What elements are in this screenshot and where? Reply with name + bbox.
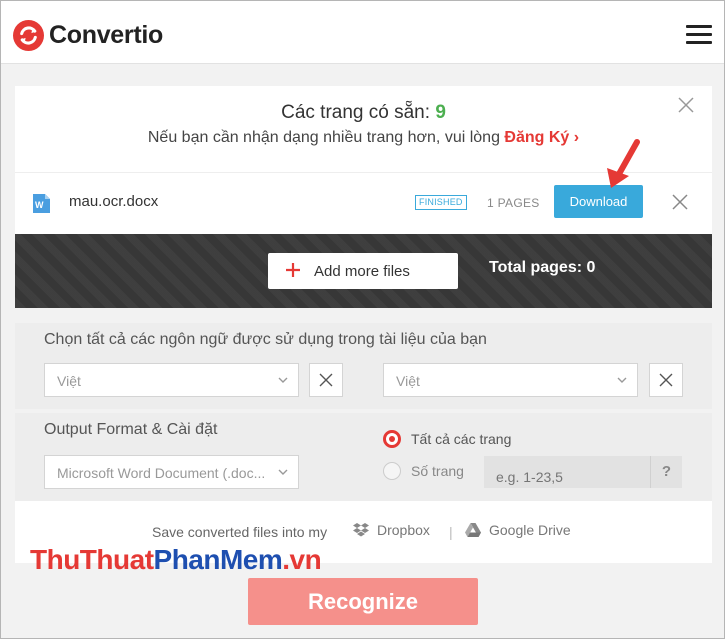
- google-drive-link[interactable]: Google Drive: [465, 522, 571, 538]
- page-count: 1 PAGES: [487, 196, 540, 210]
- logo[interactable]: Convertio: [13, 20, 163, 51]
- radio-selected-icon: [383, 430, 401, 448]
- add-more-files-label: Add more files: [314, 262, 410, 280]
- page-range-input[interactable]: [484, 456, 650, 488]
- chevron-down-icon: [617, 377, 627, 383]
- status-badge: FINISHED: [415, 195, 467, 210]
- chevron-down-icon: [278, 377, 288, 383]
- language-select-1[interactable]: Việt: [44, 363, 299, 397]
- logo-text: Convertio: [49, 21, 163, 49]
- language-select-2-value: Việt: [396, 373, 420, 389]
- radio-unselected-icon: [383, 462, 401, 480]
- hamburger-menu-icon[interactable]: [686, 25, 712, 45]
- radio-page-range-label: Số trang: [411, 463, 464, 479]
- word-file-icon: W: [33, 194, 50, 213]
- close-icon[interactable]: [677, 96, 695, 114]
- dropbox-link[interactable]: Dropbox: [353, 522, 430, 538]
- total-pages: Total pages: 0: [489, 259, 596, 276]
- file-name: mau.ocr.docx: [69, 193, 159, 210]
- app-header: Convertio: [0, 0, 725, 64]
- language-select-1-value: Việt: [57, 373, 81, 389]
- annotation-arrow-icon: [607, 139, 640, 188]
- watermark: ThuThuatPhanMem.vn: [30, 544, 322, 576]
- separator: |: [449, 524, 453, 540]
- notice-title-text: Các trang có sẵn:: [281, 102, 436, 123]
- google-drive-icon: [465, 523, 481, 537]
- help-button[interactable]: ?: [650, 456, 682, 488]
- plus-icon: [286, 263, 300, 277]
- close-icon: [319, 373, 333, 387]
- watermark-part-b: PhanMem: [153, 544, 283, 575]
- remove-language-1-button[interactable]: [309, 363, 343, 397]
- chevron-right-icon: ›: [573, 129, 580, 146]
- notice-subtitle-text: Nếu bạn cần nhận dạng nhiều trang hơn, v…: [147, 129, 505, 146]
- convertio-logo-icon: [13, 20, 44, 51]
- signup-link[interactable]: Đăng Ký ›: [504, 129, 579, 146]
- notice-title: Các trang có sẵn: 9: [15, 102, 712, 124]
- google-drive-label: Google Drive: [489, 522, 571, 538]
- watermark-part-c: .vn: [282, 544, 322, 575]
- output-label: Output Format & Cài đặt: [44, 421, 218, 438]
- radio-all-pages-label: Tất cả các trang: [411, 431, 512, 447]
- language-label: Chọn tất cả các ngôn ngữ được sử dụng tr…: [44, 331, 487, 348]
- language-section: Chọn tất cả các ngôn ngữ được sử dụng tr…: [15, 323, 712, 409]
- file-toolbar: Add more files Total pages: 0: [15, 234, 712, 308]
- language-select-2[interactable]: Việt: [383, 363, 638, 397]
- close-icon: [659, 373, 673, 387]
- output-format-select[interactable]: Microsoft Word Document (.doc...: [44, 455, 299, 489]
- svg-text:W: W: [35, 200, 44, 210]
- chevron-down-icon: [278, 469, 288, 475]
- available-count: 9: [435, 102, 446, 123]
- radio-page-range[interactable]: Số trang: [383, 462, 464, 480]
- output-section: Output Format & Cài đặt Microsoft Word D…: [15, 413, 712, 501]
- remove-file-icon[interactable]: [671, 193, 689, 211]
- output-format-value: Microsoft Word Document (.doc...: [57, 465, 266, 481]
- signup-link-text: Đăng Ký: [504, 129, 570, 146]
- dropbox-label: Dropbox: [377, 522, 430, 538]
- watermark-part-a: ThuThuat: [30, 544, 154, 575]
- save-label: Save converted files into my: [152, 524, 328, 540]
- dropbox-icon: [353, 523, 369, 537]
- remove-language-2-button[interactable]: [649, 363, 683, 397]
- recognize-button[interactable]: Recognize: [248, 578, 478, 625]
- add-more-files-button[interactable]: Add more files: [268, 253, 458, 289]
- radio-all-pages[interactable]: Tất cả các trang: [383, 430, 511, 448]
